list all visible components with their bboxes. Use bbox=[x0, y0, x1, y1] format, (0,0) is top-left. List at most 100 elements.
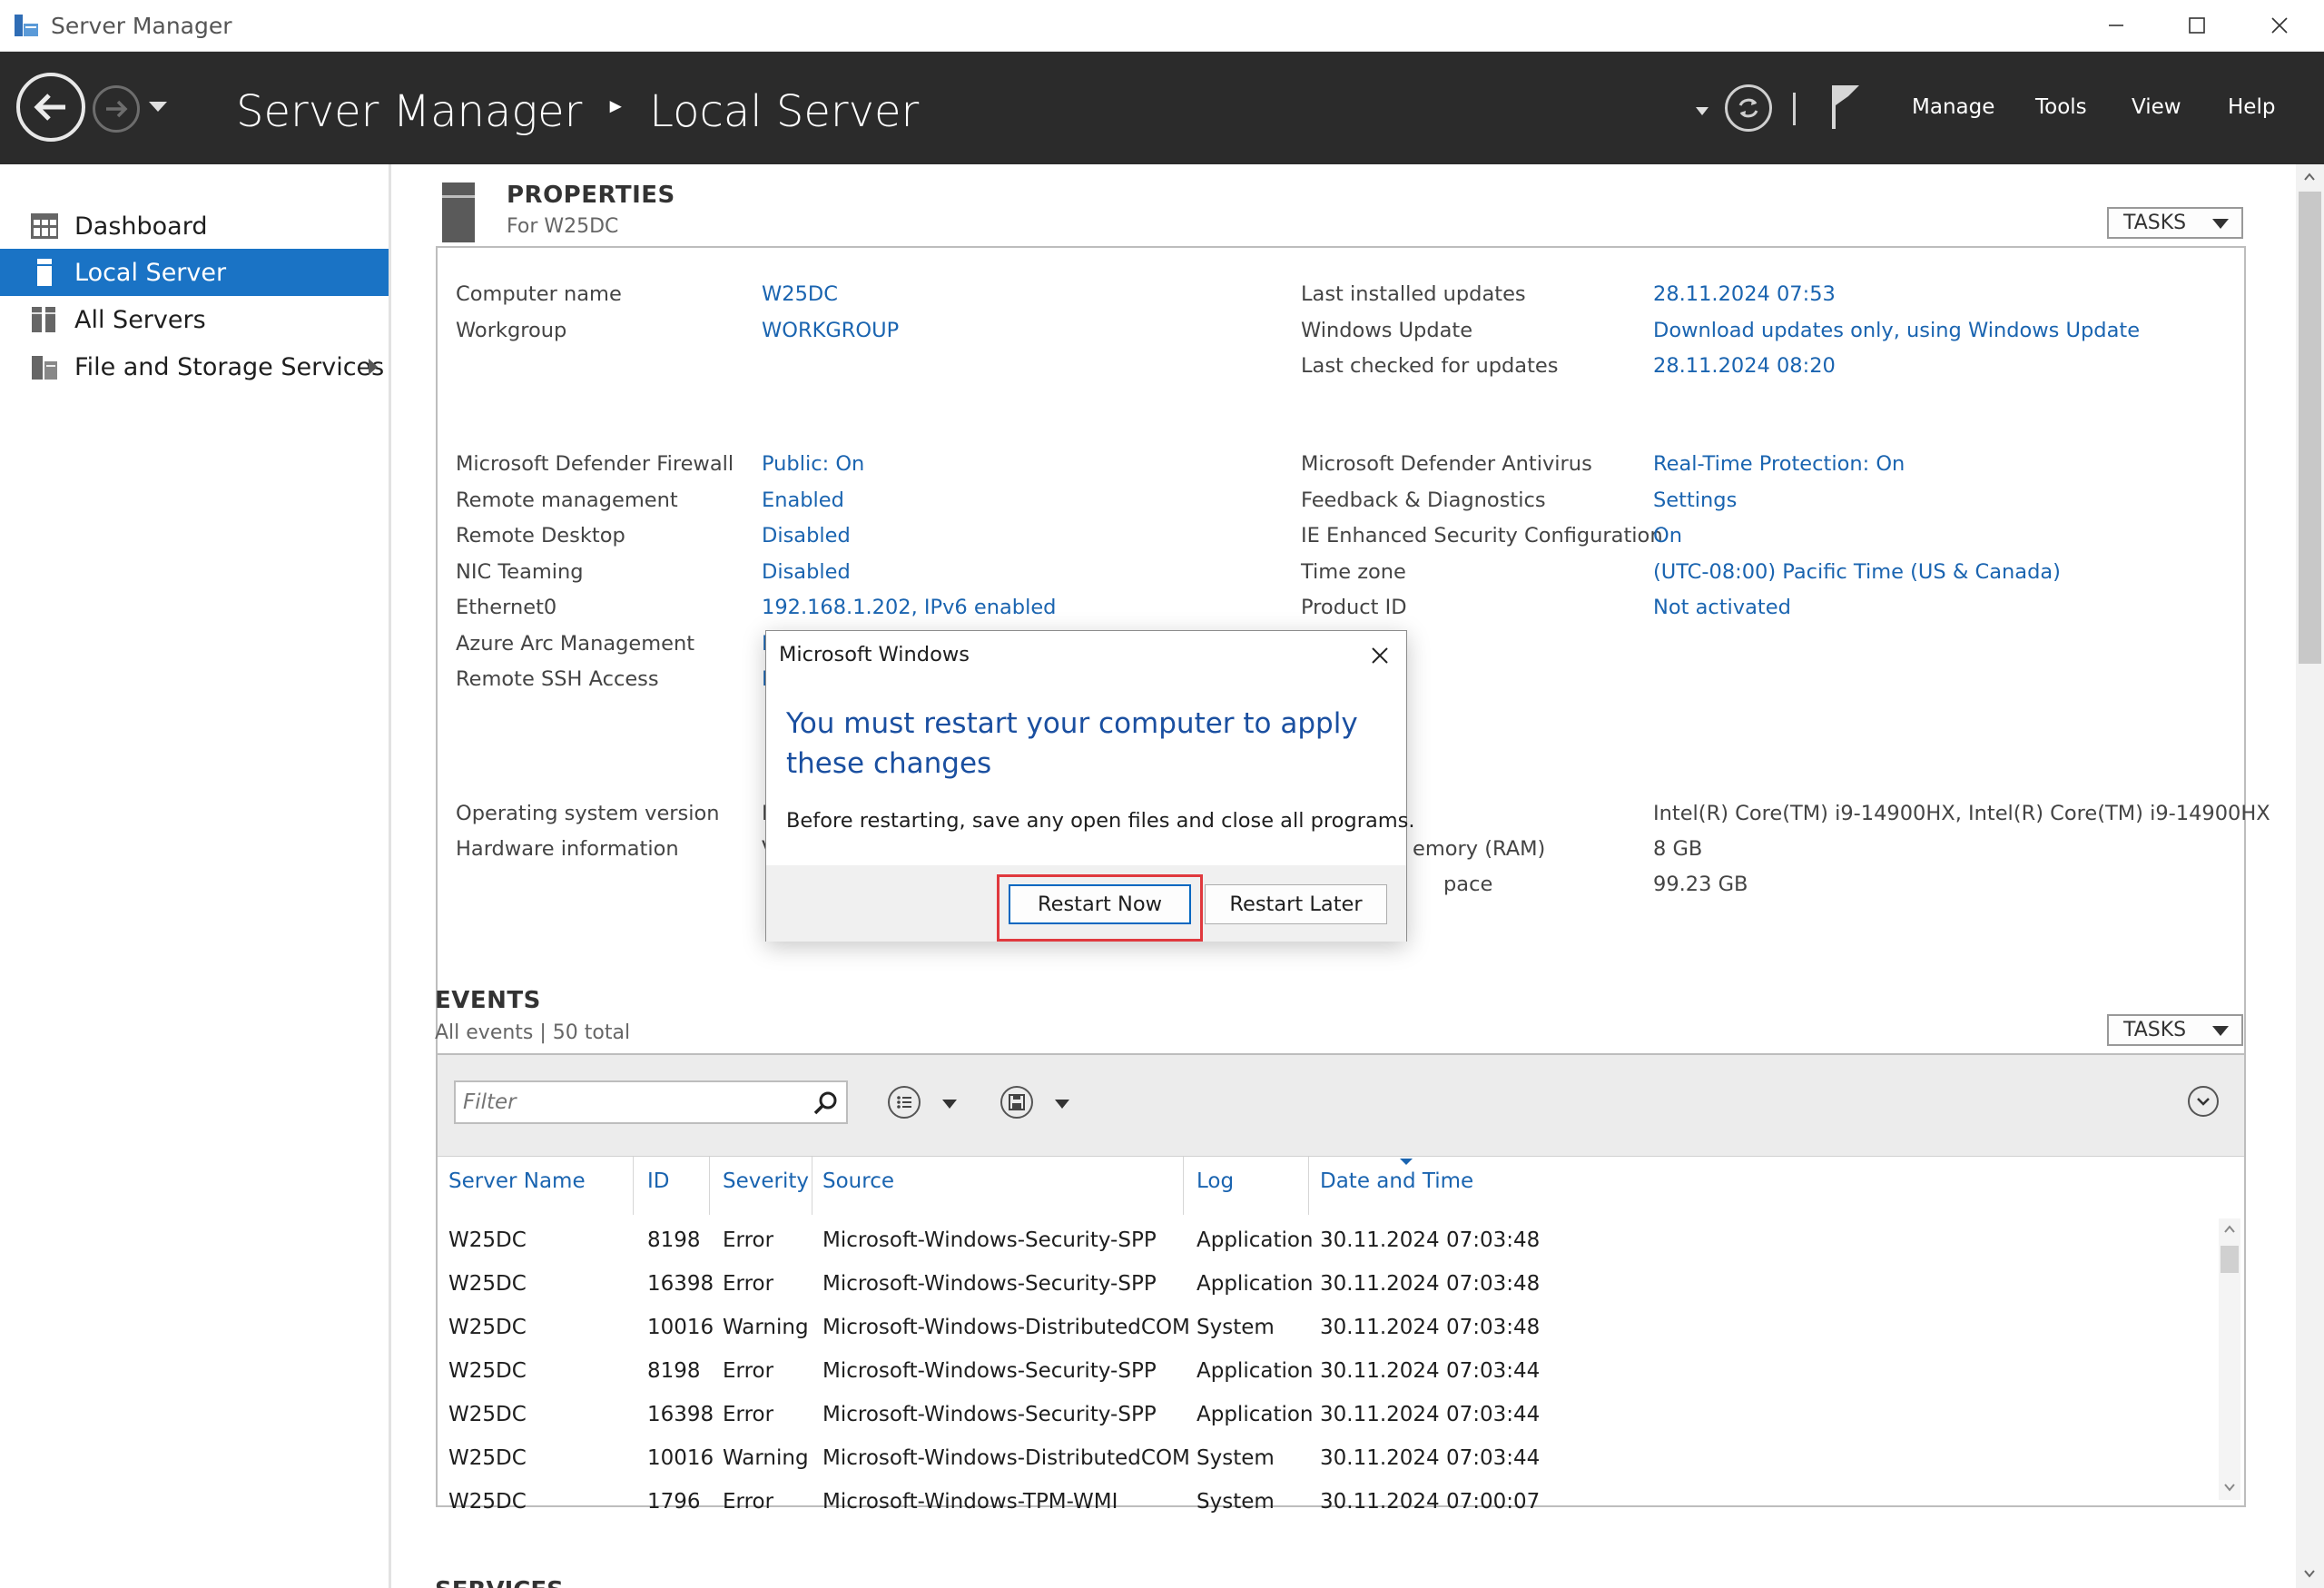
prop-label-remote-ssh: Remote SSH Access bbox=[456, 667, 659, 691]
main-scrollbar-thumb[interactable] bbox=[2299, 192, 2321, 664]
expand-section-icon[interactable] bbox=[2188, 1086, 2219, 1117]
sidebar-item-all-servers[interactable]: All Servers bbox=[0, 296, 389, 343]
expand-arrow-icon[interactable] bbox=[369, 359, 378, 375]
events-tasks-button[interactable]: TASKS bbox=[2107, 1014, 2243, 1046]
close-icon bbox=[1372, 647, 1388, 664]
cell-source: Microsoft-Windows-TPM-WMI bbox=[822, 1490, 1118, 1514]
dialog-message: Before restarting, save any open files a… bbox=[786, 809, 1415, 833]
maximize-button[interactable] bbox=[2165, 7, 2229, 44]
cell-date-time: 30.11.2024 07:03:48 bbox=[1320, 1316, 1541, 1339]
prop-label-remote-desktop: Remote Desktop bbox=[456, 524, 625, 547]
events-scrollbar[interactable] bbox=[2219, 1218, 2240, 1500]
col-header-date-time[interactable]: Date and Time bbox=[1320, 1169, 1473, 1193]
prop-value-time-zone[interactable]: (UTC-08:00) Pacific Time (US & Canada) bbox=[1653, 560, 2061, 584]
table-row[interactable]: W25DC 1796 Error Microsoft-Windows-TPM-WMI S… bbox=[438, 1480, 2217, 1524]
filter-field[interactable] bbox=[454, 1080, 848, 1124]
table-row[interactable]: W25DC 16398 Error Microsoft-Windows-Securit… bbox=[438, 1393, 2217, 1436]
refresh-button[interactable] bbox=[1725, 84, 1772, 132]
scroll-down-icon[interactable] bbox=[2222, 1480, 2237, 1494]
prop-value-remote-management[interactable]: Enabled bbox=[762, 488, 844, 512]
prop-label-firewall: Microsoft Defender Firewall bbox=[456, 452, 734, 476]
forward-arrow-icon bbox=[106, 100, 128, 118]
search-icon[interactable] bbox=[812, 1090, 839, 1117]
col-header-log[interactable]: Log bbox=[1196, 1169, 1234, 1193]
prop-value-workgroup[interactable]: WORKGROUP bbox=[762, 319, 899, 342]
sidebar-item-dashboard[interactable]: Dashboard bbox=[0, 202, 389, 250]
table-row[interactable]: W25DC 10016 Warning Microsoft-Windows-Distr… bbox=[438, 1306, 2217, 1349]
prop-value-last-checked-updates[interactable]: 28.11.2024 08:20 bbox=[1653, 354, 1836, 378]
sidebar-item-file-storage-services[interactable]: File and Storage Services bbox=[0, 343, 389, 390]
table-row[interactable]: W25DC 16398 Error Microsoft-Windows-Securit… bbox=[438, 1262, 2217, 1306]
table-row[interactable]: W25DC 10016 Warning Microsoft-Windows-Distr… bbox=[438, 1436, 2217, 1480]
header-dropdown-icon[interactable] bbox=[1696, 107, 1709, 115]
menu-help[interactable]: Help bbox=[2228, 95, 2275, 119]
main-scrollbar[interactable] bbox=[2296, 164, 2324, 1588]
table-row[interactable]: W25DC 8198 Error Microsoft-Windows-Security… bbox=[438, 1218, 2217, 1262]
prop-value-computer-name[interactable]: W25DC bbox=[762, 282, 838, 306]
cell-date-time: 30.11.2024 07:03:48 bbox=[1320, 1272, 1541, 1296]
dialog-title: Microsoft Windows bbox=[779, 643, 970, 666]
menu-view[interactable]: View bbox=[2132, 95, 2181, 119]
breadcrumb-root[interactable]: Server Manager bbox=[236, 86, 582, 137]
col-header-server-name[interactable]: Server Name bbox=[448, 1169, 586, 1193]
scroll-down-icon[interactable] bbox=[2302, 1566, 2317, 1581]
all-servers-icon bbox=[29, 305, 60, 334]
prop-value-ie-esc[interactable]: On bbox=[1653, 524, 1682, 547]
forward-button[interactable] bbox=[93, 85, 140, 133]
prop-value-remote-desktop[interactable]: Disabled bbox=[762, 524, 851, 547]
prop-value-firewall[interactable]: Public: On bbox=[762, 452, 864, 476]
column-divider[interactable] bbox=[633, 1157, 634, 1215]
events-title: EVENTS bbox=[435, 987, 541, 1014]
prop-value-ethernet0[interactable]: 192.168.1.202, IPv6 enabled bbox=[762, 596, 1056, 619]
scroll-up-icon[interactable] bbox=[2222, 1222, 2237, 1237]
sidebar-item-local-server[interactable]: Local Server bbox=[0, 249, 389, 296]
save-query-icon[interactable] bbox=[1000, 1086, 1033, 1119]
prop-label-last-checked-updates: Last checked for updates bbox=[1301, 354, 1559, 378]
col-header-id[interactable]: ID bbox=[647, 1169, 670, 1193]
cell-date-time: 30.11.2024 07:03:48 bbox=[1320, 1228, 1541, 1252]
close-window-button[interactable] bbox=[2248, 7, 2311, 44]
sidebar-item-label: All Servers bbox=[74, 305, 206, 334]
menu-tools[interactable]: Tools bbox=[2035, 95, 2087, 119]
filter-input[interactable] bbox=[456, 1082, 801, 1122]
prop-value-windows-update[interactable]: Download updates only, using Windows Upd… bbox=[1653, 319, 2140, 342]
cell-severity: Warning bbox=[723, 1316, 809, 1339]
tasks-label: TASKS bbox=[2123, 1019, 2187, 1041]
dashboard-icon bbox=[29, 212, 60, 241]
restart-now-button[interactable]: Restart Now bbox=[1009, 884, 1191, 924]
prop-value-last-installed-updates[interactable]: 28.11.2024 07:53 bbox=[1653, 282, 1836, 306]
prop-label-time-zone: Time zone bbox=[1301, 560, 1406, 584]
scroll-up-icon[interactable] bbox=[2302, 170, 2317, 184]
prop-value-feedback-diagnostics[interactable]: Settings bbox=[1653, 488, 1737, 512]
properties-tasks-button[interactable]: TASKS bbox=[2107, 207, 2243, 239]
prop-value-defender-antivirus[interactable]: Real-Time Protection: On bbox=[1653, 452, 1905, 476]
column-divider[interactable] bbox=[1183, 1157, 1184, 1215]
save-query-dropdown-icon[interactable] bbox=[1055, 1100, 1069, 1109]
column-divider[interactable] bbox=[1308, 1157, 1309, 1215]
restart-later-button[interactable]: Restart Later bbox=[1205, 884, 1387, 924]
back-button[interactable] bbox=[16, 73, 85, 142]
menu-manage[interactable]: Manage bbox=[1912, 95, 1994, 119]
list-view-icon[interactable] bbox=[888, 1086, 921, 1119]
cell-date-time: 30.11.2024 07:00:07 bbox=[1320, 1490, 1541, 1514]
table-row[interactable]: W25DC 8198 Error Microsoft-Windows-Security… bbox=[438, 1349, 2217, 1393]
cell-server-name: W25DC bbox=[448, 1228, 527, 1252]
col-header-severity[interactable]: Severity bbox=[723, 1169, 809, 1193]
dialog-close-button[interactable] bbox=[1366, 642, 1393, 669]
list-view-dropdown-icon[interactable] bbox=[942, 1100, 957, 1109]
services-title: SERVICES bbox=[435, 1577, 564, 1588]
history-dropdown-icon[interactable] bbox=[149, 102, 167, 112]
prop-value-product-id[interactable]: Not activated bbox=[1653, 596, 1791, 619]
prop-value-processors: Intel(R) Core(TM) i9-14900HX, Intel(R) C… bbox=[1653, 802, 2270, 825]
notifications-flag-icon[interactable] bbox=[1828, 82, 1865, 131]
prop-value-nic-teaming[interactable]: Disabled bbox=[762, 560, 851, 584]
minimize-button[interactable] bbox=[2084, 7, 2148, 44]
cell-source: Microsoft-Windows-Security-SPP bbox=[822, 1228, 1157, 1252]
col-header-source[interactable]: Source bbox=[822, 1169, 894, 1193]
properties-title: PROPERTIES bbox=[507, 182, 675, 209]
prop-label-feedback-diagnostics: Feedback & Diagnostics bbox=[1301, 488, 1546, 512]
header-divider bbox=[1793, 93, 1796, 125]
events-scrollbar-thumb[interactable] bbox=[2221, 1246, 2239, 1273]
cell-date-time: 30.11.2024 07:03:44 bbox=[1320, 1359, 1541, 1383]
column-divider[interactable] bbox=[709, 1157, 710, 1215]
